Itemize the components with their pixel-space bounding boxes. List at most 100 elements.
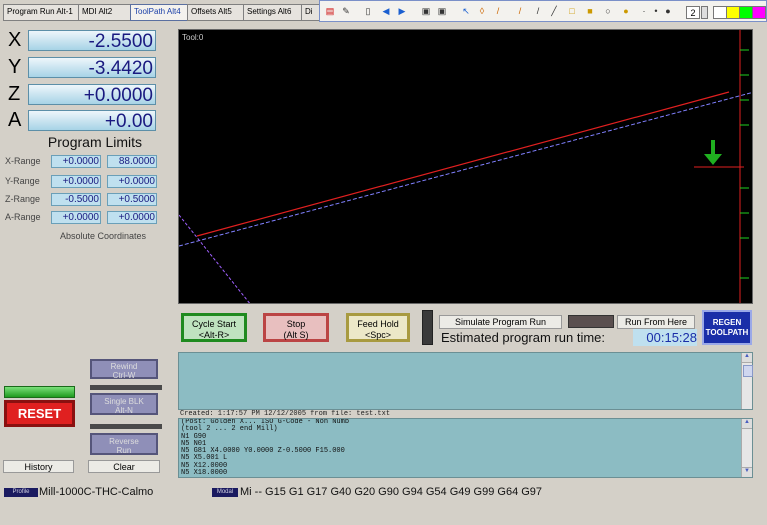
gcode-line[interactable]: (tool 2 ... 2 end Mill)	[181, 425, 752, 433]
clear-button[interactable]: Clear	[88, 460, 160, 473]
forward-arrow-icon[interactable]: ▶	[396, 5, 408, 17]
zoom-stepper[interactable]	[701, 6, 708, 19]
modal-gcodes-value: Mi -- G15 G1 G17 G40 G20 G90 G94 G54 G49…	[240, 486, 543, 498]
x-range-min: +0.0000	[51, 155, 101, 168]
tab-settings[interactable]: Settings Alt6	[243, 4, 306, 21]
line-icon[interactable]: ╱	[548, 5, 560, 17]
profile-badge: Profile	[4, 488, 38, 497]
color-swatch-magenta[interactable]	[752, 6, 766, 19]
tab-offsets[interactable]: Offsets Alt5	[187, 4, 248, 21]
x-dro[interactable]: -2.5500	[28, 30, 156, 52]
small-dot-icon[interactable]: ·	[638, 5, 650, 17]
tool-number-label: Tool:0	[182, 33, 204, 42]
gcode-line[interactable]: N5 G81 X4.0000 Y0.0000 Z-0.5000 F15.000	[181, 447, 752, 455]
history-button[interactable]: History	[3, 460, 74, 473]
color-swatch-white[interactable]	[713, 6, 727, 19]
new-page-icon[interactable]: ▯	[362, 5, 374, 17]
print-icon[interactable]: ▣	[420, 5, 432, 17]
a-axis-label: A	[8, 109, 22, 131]
stop-label: Stop	[286, 319, 306, 329]
color-swatch-green[interactable]	[739, 6, 753, 19]
reverse-run-button[interactable]: Reverse Run	[90, 433, 158, 455]
eraser-icon[interactable]: ◊	[476, 5, 488, 17]
single-block-button[interactable]: Single BLK Alt-N	[90, 393, 158, 415]
single-block-shortcut: Alt-N	[115, 406, 133, 415]
rapid-move-line	[179, 214, 251, 303]
reset-button[interactable]: RESET	[4, 400, 75, 427]
gcode-scrollbar[interactable]: ▲ ▼	[741, 419, 752, 477]
a-range-label: A-Range	[5, 212, 41, 222]
program-limits-title: Program Limits	[47, 134, 143, 150]
feed-hold-shortcut: <Spc>	[364, 330, 392, 340]
stop-shortcut: (Alt S)	[283, 330, 309, 340]
toolpath-view[interactable]: Tool:0	[178, 29, 753, 304]
document-icon[interactable]: ▤	[324, 5, 336, 17]
simulate-program-run-button[interactable]: Simulate Program Run	[439, 315, 562, 329]
z-dro[interactable]: +0.0000	[28, 84, 156, 106]
zoom-input[interactable]: 2	[686, 6, 700, 19]
filled-rectangle-icon[interactable]: ■	[584, 5, 596, 17]
medium-dot-icon[interactable]: •	[650, 5, 662, 17]
reverse-run-sub-label: Run	[116, 446, 132, 455]
single-block-indicator	[90, 424, 162, 429]
scroll-up-icon[interactable]: ▲	[742, 353, 752, 363]
stop-button[interactable]: Stop (Alt S)	[263, 313, 329, 342]
z-axis-label: Z	[8, 83, 21, 105]
a-dro[interactable]: +0.00	[28, 110, 156, 132]
regen-toolpath-button[interactable]: REGEN TOOLPATH	[702, 310, 752, 345]
tool-position-arrow-icon	[704, 140, 722, 165]
gcode-file-header: Created: 1:17:57 PM 12/12/2005 from file…	[180, 410, 391, 418]
modal-badge: Modal	[212, 488, 238, 497]
regen-label: REGEN	[712, 318, 742, 327]
run-from-here-button[interactable]: Run From Here	[617, 315, 695, 329]
ellipse-icon[interactable]: ○	[602, 5, 614, 17]
gcode-list[interactable]: (Post: Golden X... ISO G-Code - Non Numb…	[178, 418, 753, 478]
single-block-label: Single BLK	[104, 397, 144, 406]
color-swatch-yellow[interactable]	[726, 6, 740, 19]
toolpath-rapid-line	[179, 92, 752, 247]
z-scale-ticks	[740, 49, 749, 279]
estimated-run-time-value: 00:15:28	[633, 329, 697, 346]
estimated-run-time-label: Estimated program run time:	[441, 330, 606, 345]
feed-hold-indicator	[422, 310, 433, 345]
marker-icon[interactable]: /	[532, 5, 544, 17]
cycle-start-button[interactable]: Cycle Start <Alt-R>	[181, 313, 247, 342]
coordinates-mode-label: Absolute Coordinates	[59, 231, 147, 241]
rewind-button[interactable]: Rewind Ctrl-W	[90, 359, 158, 380]
y-range-min: +0.0000	[51, 175, 101, 188]
tab-mdi[interactable]: MDI Alt2	[78, 4, 135, 21]
tab-program-run[interactable]: Program Run Alt-1	[3, 4, 83, 21]
pointer-icon[interactable]: ↖	[460, 5, 472, 17]
pen-icon[interactable]: /	[492, 5, 504, 17]
gcode-scroll-up-icon[interactable]: ▲	[742, 419, 752, 429]
reset-status-indicator	[4, 386, 75, 398]
toolpath-drawing	[179, 30, 752, 303]
x-axis-label: X	[8, 29, 22, 51]
toolpath-cut-line	[196, 91, 730, 237]
scroll-thumb[interactable]	[743, 365, 753, 377]
rewind-indicator	[90, 385, 162, 390]
profile-value: Mill-1000C-THC-Calmo	[39, 486, 154, 498]
edit-icon[interactable]: ✎	[340, 5, 352, 17]
reverse-run-label: Reverse	[109, 437, 139, 446]
z-range-max: +0.5000	[107, 193, 157, 206]
gcode-line[interactable]: N5 X12.0000	[181, 462, 752, 470]
feed-hold-button[interactable]: Feed Hold <Spc>	[346, 313, 410, 342]
gcode-scroll-down-icon[interactable]: ▼	[742, 467, 752, 477]
copy-icon[interactable]: ▣	[436, 5, 448, 17]
large-dot-icon[interactable]: ●	[662, 5, 674, 17]
message-scrollbar[interactable]: ▲	[741, 353, 753, 409]
gcode-line[interactable]: N5 X18.0000	[181, 469, 752, 477]
rectangle-icon[interactable]: □	[566, 5, 578, 17]
x-range-label: X-Range	[5, 156, 41, 166]
message-area[interactable]	[178, 352, 753, 410]
feed-hold-label: Feed Hold	[357, 319, 399, 329]
tab-toolpath[interactable]: ToolPath Alt4	[130, 4, 192, 21]
filled-ellipse-icon[interactable]: ●	[620, 5, 632, 17]
gcode-line[interactable]: N5 X5.001 L	[181, 455, 752, 463]
y-range-max: +0.0000	[107, 175, 157, 188]
gcode-line[interactable]: N1 G90	[181, 433, 752, 441]
y-dro[interactable]: -3.4420	[28, 57, 156, 79]
back-arrow-icon[interactable]: ◀	[380, 5, 392, 17]
pencil-icon[interactable]: /	[514, 5, 526, 17]
